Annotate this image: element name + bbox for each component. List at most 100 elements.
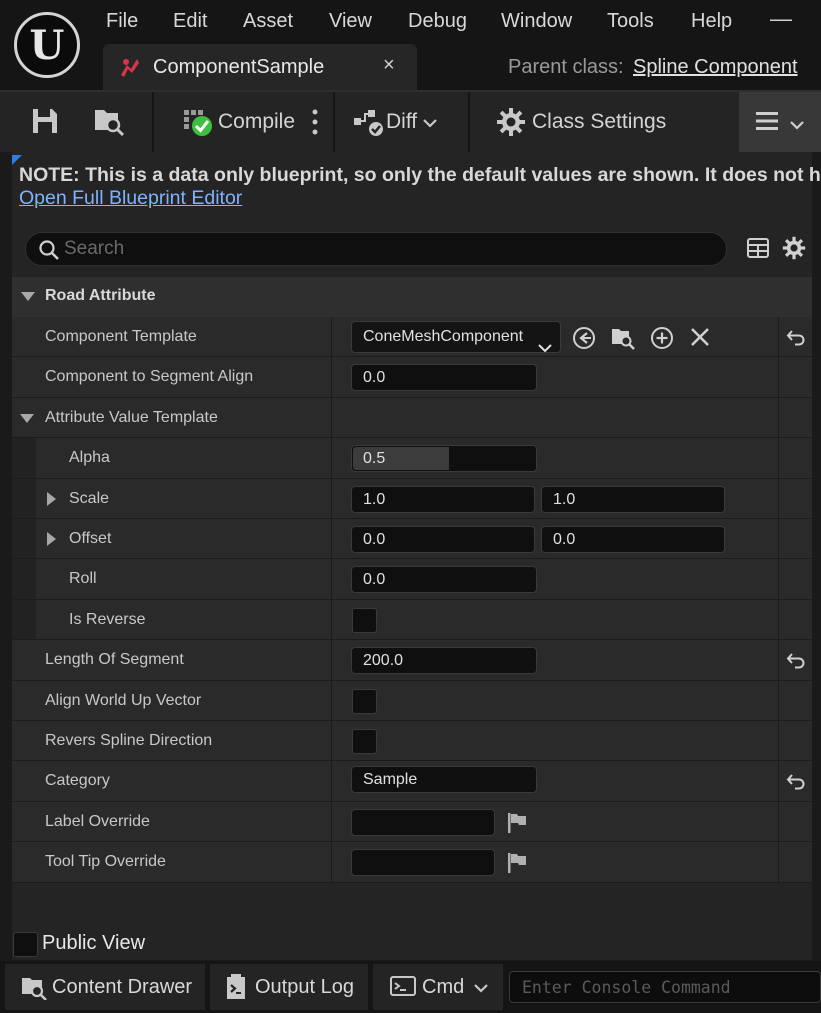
details-panel: NOTE: This is a data only blueprint, so … — [12, 152, 821, 960]
menu-file[interactable]: File — [106, 10, 138, 38]
property-row-is-reverse: Is Reverse — [12, 599, 812, 641]
component-template-value: ConeMeshComponent — [363, 328, 524, 345]
segment-align-input[interactable]: 0.0 — [351, 364, 537, 392]
compile-options-icon[interactable] — [310, 108, 320, 141]
property-row-segment-align: Component to Segment Align 0.0 — [12, 357, 812, 398]
property-row-scale: Scale 1.0 1.0 — [12, 478, 812, 519]
details-settings-gear-icon[interactable] — [782, 236, 806, 265]
use-selected-asset-icon[interactable] — [572, 326, 596, 355]
property-label: Category — [45, 772, 110, 790]
expand-arrow-icon[interactable] — [47, 491, 56, 506]
scale-x-input[interactable]: 1.0 — [351, 485, 535, 513]
alpha-slider[interactable]: 0.5 — [351, 445, 537, 473]
browse-asset-icon[interactable] — [610, 325, 636, 356]
label-override-input[interactable] — [351, 808, 495, 836]
tooltip-override-input[interactable] — [351, 849, 495, 877]
property-row-offset: Offset 0.0 0.0 — [12, 519, 812, 560]
class-settings-button[interactable]: Class Settings — [496, 106, 666, 138]
clear-icon[interactable] — [690, 327, 710, 352]
category-header-road-attribute[interactable]: Road Attribute — [12, 277, 812, 317]
property-row-tooltip-override: Tool Tip Override — [12, 842, 812, 883]
browse-content-icon[interactable] — [92, 104, 126, 143]
expand-arrow-icon[interactable] — [47, 532, 56, 546]
add-icon[interactable] — [650, 326, 674, 355]
open-full-blueprint-editor-link[interactable]: Open Full Blueprint Editor — [19, 187, 242, 210]
public-view-checkbox[interactable] — [13, 932, 38, 957]
component-template-dropdown[interactable]: ConeMeshComponent — [351, 321, 561, 353]
offset-y-input[interactable]: 0.0 — [541, 526, 725, 553]
menu-debug[interactable]: Debug — [408, 10, 467, 38]
class-settings-label: Class Settings — [532, 110, 667, 133]
property-label: Roll — [69, 570, 97, 588]
parent-class-label: Parent class: — [508, 56, 624, 78]
property-label: Alpha — [69, 449, 110, 467]
property-label: Component to Segment Align — [45, 368, 254, 386]
output-log-label: Output Log — [255, 975, 354, 998]
property-label: Scale — [69, 489, 110, 507]
localization-flag-icon[interactable] — [506, 812, 528, 839]
revers-spline-checkbox[interactable] — [352, 729, 377, 754]
unreal-logo-icon[interactable]: U — [14, 12, 80, 78]
collapse-arrow-icon — [21, 292, 35, 301]
document-tab-title: ComponentSample — [153, 56, 325, 78]
reset-to-default-icon[interactable] — [786, 772, 806, 795]
compile-label: Compile — [218, 110, 296, 133]
compile-button[interactable]: Compile — [182, 106, 295, 138]
toolbar-overflow-menu-button[interactable] — [739, 92, 821, 152]
scale-y-input[interactable]: 1.0 — [541, 485, 725, 513]
property-row-component-template: Component Template ConeMeshComponent — [12, 317, 812, 358]
alpha-value: 0.5 — [363, 450, 386, 468]
menu-window[interactable]: Window — [501, 10, 572, 38]
property-label: Is Reverse — [69, 610, 146, 628]
length-of-segment-input[interactable]: 200.0 — [351, 647, 537, 675]
search-box — [25, 232, 727, 266]
property-row-category: Category Sample — [12, 761, 812, 802]
save-icon[interactable] — [30, 106, 60, 141]
cmd-button[interactable]: Cmd — [373, 964, 503, 1010]
output-log-icon — [225, 974, 249, 1000]
property-row-align-world-up: Align World Up Vector — [12, 680, 812, 721]
category-input[interactable]: Sample — [351, 766, 537, 794]
compile-status-icon — [182, 106, 214, 138]
content-drawer-icon — [20, 974, 48, 1001]
diff-label: Diff — [386, 110, 418, 133]
localization-flag-icon[interactable] — [506, 852, 528, 879]
property-row-roll: Roll 0.0 — [12, 559, 812, 600]
menu-help[interactable]: Help — [691, 10, 732, 38]
content-drawer-button[interactable]: Content Drawer — [5, 964, 205, 1010]
status-bar: Content Drawer Output Log Cmd — [0, 961, 821, 1013]
property-label: Component Template — [45, 328, 197, 345]
minimize-button[interactable]: — — [770, 6, 792, 32]
category-label: Road Attribute — [45, 287, 156, 304]
property-row-attribute-value-template[interactable]: Attribute Value Template — [12, 397, 812, 439]
blueprint-component-icon — [117, 55, 141, 84]
roll-input[interactable]: 0.0 — [351, 566, 537, 594]
close-tab-icon[interactable]: × — [383, 54, 395, 77]
property-label: Align World Up Vector — [45, 691, 202, 709]
property-matrix-icon[interactable] — [747, 238, 769, 263]
terminal-icon — [390, 975, 418, 999]
menu-tools[interactable]: Tools — [607, 10, 654, 38]
cmd-label: Cmd — [422, 975, 465, 998]
title-bar: U File Edit Asset View Debug Window Tool… — [0, 0, 821, 92]
property-label: Revers Spline Direction — [45, 732, 213, 749]
reset-to-default-icon[interactable] — [786, 651, 806, 674]
parent-class-link[interactable]: Spline Component — [633, 56, 798, 79]
property-label: Attribute Value Template — [45, 408, 218, 426]
document-tab[interactable]: ComponentSample × — [103, 44, 417, 90]
console-command-input[interactable] — [509, 971, 821, 1003]
reset-to-default-icon[interactable] — [786, 328, 806, 351]
search-input[interactable] — [64, 235, 704, 263]
data-only-note: NOTE: This is a data only blueprint, so … — [19, 164, 821, 186]
hamburger-menu-icon — [756, 111, 778, 136]
diff-button[interactable]: Diff — [352, 106, 437, 138]
property-row-label-override: Label Override — [12, 801, 812, 843]
menu-asset[interactable]: Asset — [243, 10, 293, 38]
chevron-down-icon — [474, 976, 489, 999]
menu-view[interactable]: View — [329, 10, 372, 38]
menu-edit[interactable]: Edit — [173, 10, 207, 38]
align-world-up-checkbox[interactable] — [352, 688, 377, 714]
output-log-button[interactable]: Output Log — [210, 964, 368, 1010]
offset-x-input[interactable]: 0.0 — [351, 526, 535, 553]
is-reverse-checkbox[interactable] — [352, 607, 377, 633]
